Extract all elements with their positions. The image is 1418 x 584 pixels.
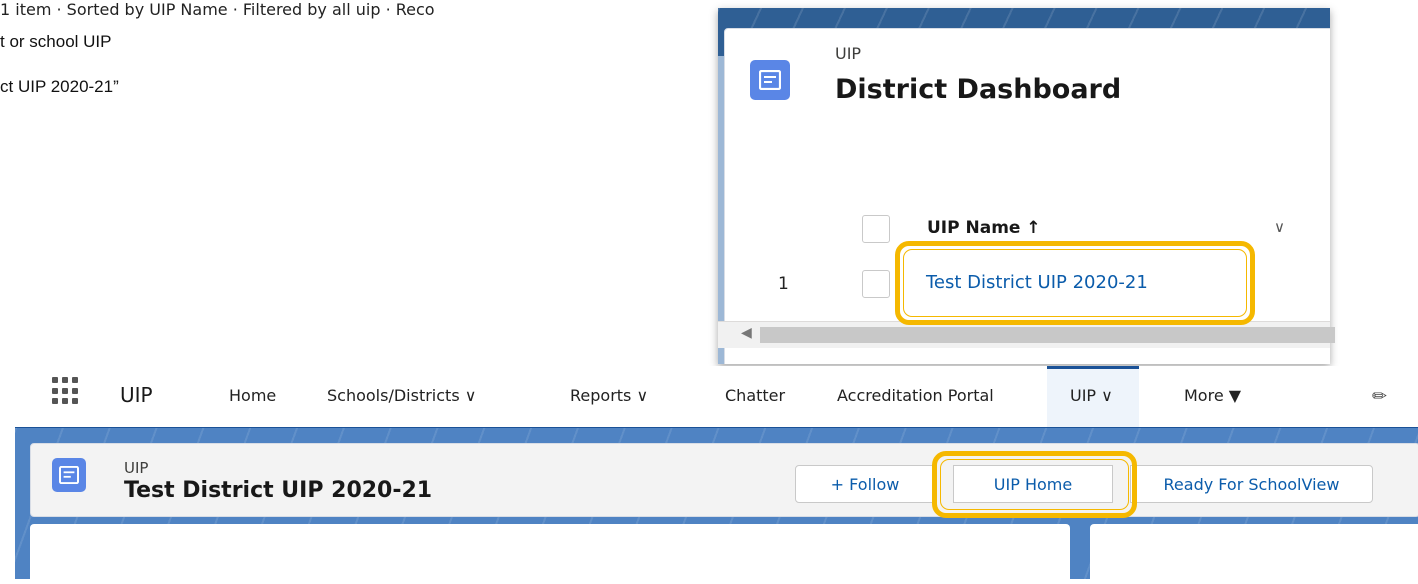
doc-text-line-2: ct UIP 2020-21” bbox=[0, 77, 119, 96]
row-number: 1 bbox=[778, 274, 789, 294]
row-checkbox[interactable] bbox=[862, 270, 890, 298]
select-all-checkbox[interactable] bbox=[862, 215, 890, 243]
highlight-box-uip-home bbox=[932, 451, 1137, 518]
column-menu-chevron-icon[interactable]: ∨ bbox=[1274, 218, 1285, 236]
record-object-type: UIP bbox=[124, 459, 149, 477]
nav-item-reports[interactable]: Reports ∨ bbox=[570, 386, 648, 405]
side-content-panel bbox=[1090, 524, 1418, 584]
record-icon bbox=[750, 60, 790, 100]
record-title: Test District UIP 2020-21 bbox=[124, 478, 433, 503]
nav-item-uip[interactable]: UIP ∨ bbox=[1070, 386, 1113, 405]
ready-for-schoolview-button[interactable]: Ready For SchoolView bbox=[1130, 465, 1373, 503]
horizontal-scrollbar[interactable]: ◀ bbox=[718, 321, 1335, 348]
nav-item-more[interactable]: More ▼ bbox=[1184, 386, 1241, 405]
follow-button[interactable]: + Follow bbox=[795, 465, 935, 503]
list-view-title: District Dashboard bbox=[835, 74, 1122, 105]
column-header-uip-name[interactable]: UIP Name ↑ bbox=[927, 218, 1041, 238]
nav-item-home[interactable]: Home bbox=[229, 386, 276, 405]
scrollbar-thumb[interactable] bbox=[760, 327, 1335, 343]
main-content-panel bbox=[30, 524, 1070, 584]
highlight-box-record-link bbox=[895, 241, 1255, 325]
app-launcher-icon[interactable] bbox=[52, 377, 80, 405]
scroll-left-icon[interactable]: ◀ bbox=[741, 325, 752, 341]
app-name: UIP bbox=[120, 383, 153, 407]
nav-item-accreditation-portal[interactable]: Accreditation Portal bbox=[837, 386, 994, 405]
doc-text-line-1: t or school UIP bbox=[0, 32, 112, 51]
nav-item-chatter[interactable]: Chatter bbox=[725, 386, 785, 405]
nav-item-schools-districts[interactable]: Schools/Districts ∨ bbox=[327, 386, 476, 405]
list-object-type: UIP bbox=[835, 44, 862, 63]
record-icon bbox=[52, 458, 86, 492]
pencil-icon[interactable]: ✏ bbox=[1372, 386, 1387, 407]
